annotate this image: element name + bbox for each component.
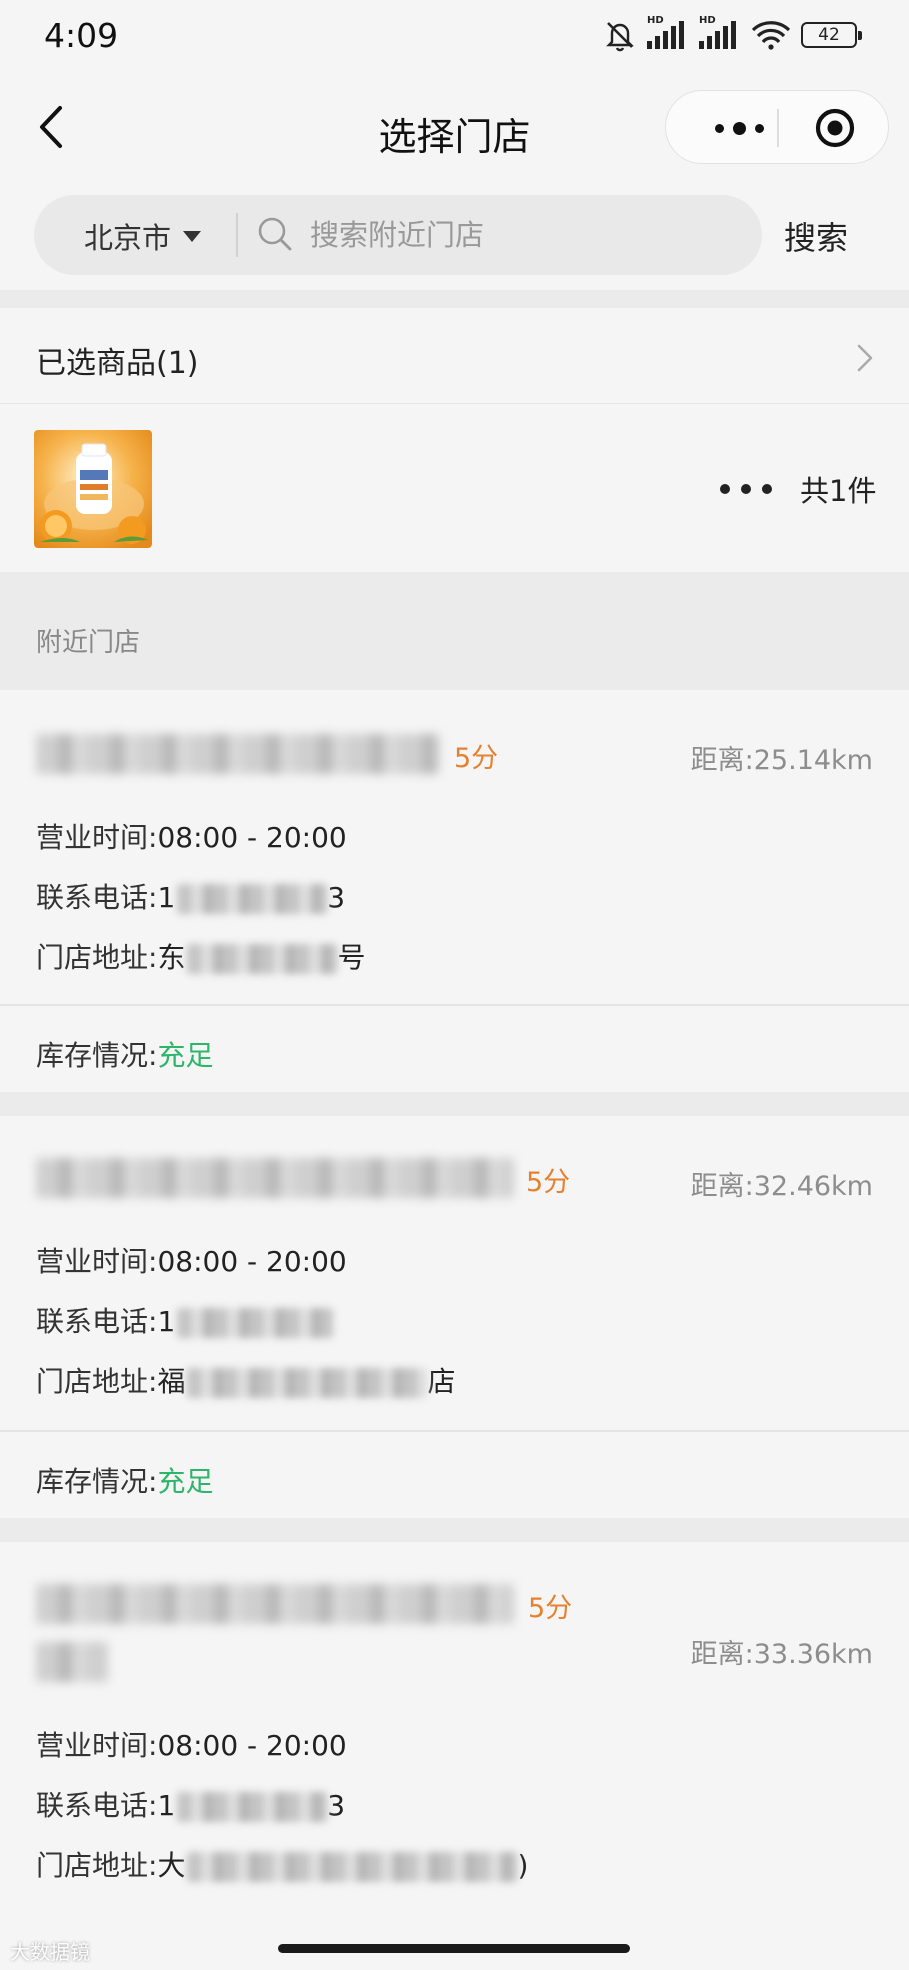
store-divider: [0, 1004, 909, 1006]
address-prefix: 东: [157, 941, 186, 974]
store-score: 5分: [526, 1167, 571, 1198]
search-row: 北京市 搜索: [0, 195, 909, 275]
section-gap: [0, 290, 909, 308]
home-indicator[interactable]: [278, 1944, 630, 1953]
store-name-redacted: [36, 1158, 514, 1198]
hours-value: 08:00 - 20:00: [157, 1729, 347, 1762]
store-address: 门店地址:东 号: [36, 936, 365, 976]
address-redacted: [187, 944, 338, 974]
store-distance: 距离:32.46km: [690, 1171, 873, 1202]
nearby-stores-header: 附近门店: [0, 572, 909, 690]
hours-value: 08:00 - 20:00: [157, 1245, 347, 1278]
store-name-redacted: [36, 734, 440, 774]
store-score: 5分: [454, 743, 499, 774]
store-phone: 联系电话:1: [36, 1300, 334, 1340]
phone-prefix: 1: [157, 881, 176, 914]
stock-status: 充足: [157, 1039, 214, 1072]
watermark: 大数据镜: [10, 1940, 90, 1964]
hours-label: 营业时间:: [36, 1245, 158, 1278]
phone-redacted: [177, 1308, 334, 1338]
miniprogram-capsule: [665, 90, 889, 164]
store-card[interactable]: 5分 距离:32.46km 营业时间:08:00 - 20:00 联系电话:1 …: [0, 1116, 909, 1518]
address-label: 门店地址:: [36, 1365, 158, 1398]
store-divider: [0, 1430, 909, 1432]
store-address: 门店地址:大): [36, 1844, 528, 1884]
section-gap: [0, 1092, 909, 1116]
store-name-redacted-line2: [36, 1642, 108, 1682]
store-hours: 营业时间:08:00 - 20:00: [36, 816, 347, 856]
address-redacted: [187, 1852, 518, 1882]
search-input[interactable]: [310, 211, 730, 259]
status-time: 4:09: [44, 16, 119, 55]
search-divider: [236, 213, 238, 257]
address-prefix: 福: [157, 1365, 186, 1398]
more-options-icon[interactable]: [694, 101, 784, 155]
phone-label: 联系电话:: [36, 1305, 158, 1338]
phone-label: 联系电话:: [36, 881, 158, 914]
search-icon: [258, 217, 292, 251]
store-address: 门店地址:福 店: [36, 1360, 455, 1400]
city-selector[interactable]: 北京市: [84, 215, 202, 257]
phone-prefix: 1: [157, 1789, 176, 1822]
wifi-icon: [751, 21, 791, 50]
address-prefix: 大: [157, 1849, 186, 1882]
store-stock: 库存情况:充足: [36, 1034, 213, 1074]
capsule-divider: [777, 109, 779, 147]
store-hours: 营业时间:08:00 - 20:00: [36, 1240, 347, 1280]
phone-suffix: 3: [327, 881, 346, 914]
stock-status: 充足: [157, 1465, 214, 1498]
page: 4:09 HD HD 42 选择门店 北京市 搜索附近门店 搜索 已选商品(1)…: [0, 0, 909, 1970]
product-image: [34, 430, 152, 548]
selected-products-header[interactable]: 已选商品(1): [0, 308, 909, 404]
address-label: 门店地址:: [36, 1849, 158, 1882]
store-phone: 联系电话:1 3: [36, 876, 345, 916]
status-icons: HD HD 42: [603, 15, 862, 52]
search-box: 北京市: [34, 195, 762, 275]
store-hours: 营业时间:08:00 - 20:00: [36, 1724, 347, 1764]
hours-label: 营业时间:: [36, 821, 158, 854]
stock-label: 库存情况:: [36, 1465, 158, 1498]
chevron-right-icon: [857, 344, 873, 372]
product-thumbnail[interactable]: [34, 430, 152, 548]
store-distance: 距离:33.36km: [690, 1639, 873, 1670]
section-gap: [0, 1518, 909, 1542]
address-redacted: [187, 1368, 428, 1398]
mute-bell-icon: [606, 22, 634, 52]
store-stock: 库存情况:充足: [36, 1460, 213, 1500]
hours-label: 营业时间:: [36, 1729, 158, 1762]
store-card[interactable]: 5分 距离:25.14km 营业时间:08:00 - 20:00 联系电话:1 3…: [0, 690, 909, 1092]
phone-redacted: [177, 1792, 328, 1822]
phone-redacted: [177, 884, 328, 914]
selected-products-body: 共1件: [0, 406, 909, 570]
nav-bar: 选择门店: [0, 72, 909, 182]
phone-label: 联系电话:: [36, 1789, 158, 1822]
signal-1-icon: HD: [647, 15, 689, 49]
phone-suffix: 3: [327, 1789, 346, 1822]
store-distance: 距离:25.14km: [690, 745, 873, 776]
phone-prefix: 1: [157, 1305, 176, 1338]
signal-2-icon: HD: [699, 15, 741, 49]
product-count: 共1件: [800, 474, 877, 508]
address-suffix: ): [517, 1849, 529, 1882]
more-products-dots-icon: [720, 484, 772, 494]
dropdown-triangle-icon: [183, 230, 202, 242]
search-button[interactable]: 搜索: [784, 213, 848, 259]
address-suffix: 店: [427, 1365, 456, 1398]
stock-label: 库存情况:: [36, 1039, 158, 1072]
store-name-redacted: [36, 1584, 514, 1624]
battery-icon: 42: [801, 22, 862, 48]
store-card[interactable]: 5分 距离:33.36km 营业时间:08:00 - 20:00 联系电话:1 3…: [0, 1542, 909, 1970]
address-label: 门店地址:: [36, 941, 158, 974]
city-label: 北京市: [84, 221, 172, 255]
nearby-stores-label: 附近门店: [36, 628, 141, 658]
hours-value: 08:00 - 20:00: [157, 821, 347, 854]
address-suffix: 号: [337, 941, 366, 974]
store-phone: 联系电话:1 3: [36, 1784, 345, 1824]
status-bar: 4:09 HD HD 42: [0, 0, 909, 72]
close-miniprogram-icon[interactable]: [814, 107, 856, 149]
store-score: 5分: [528, 1593, 573, 1624]
selected-products-title: 已选商品(1): [36, 346, 199, 381]
